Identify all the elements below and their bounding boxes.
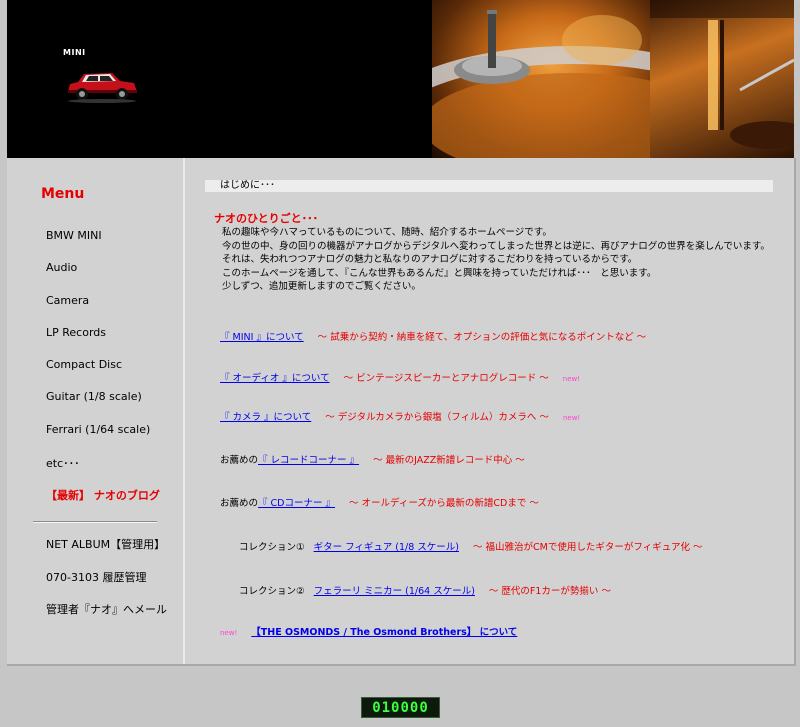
collection2-row: コレクション② フェラーリ ミニカー (1/64 スケール) ～ 歴代のF1カーが… <box>239 583 611 597</box>
tonearm-photo <box>650 0 794 158</box>
intro-line: それは、失われつつアナログの魅力と私なりのアナログに対するこだわりを持っているか… <box>222 254 638 265</box>
collection2-desc: ～ 歴代のF1カーが勢揃い ～ <box>488 586 611 597</box>
intro-line: 今の世の中、身の回りの機器がアナログからデジタルへ変わってしまった世界とは逆に、… <box>222 240 770 252</box>
mini-link[interactable]: 『 MINI 』について <box>220 332 304 343</box>
turntable-photo <box>432 0 650 158</box>
nav-lp-records[interactable]: LP Records <box>46 326 106 339</box>
collection2-prefix: コレクション② <box>239 586 305 597</box>
audio-desc: ～ ビンテージスピーカーとアナログレコード ～ <box>343 373 549 384</box>
audio-link[interactable]: 『 オーディオ 』について <box>220 373 330 384</box>
nav-etc[interactable]: etc･･･ <box>46 455 80 471</box>
nav-compact-disc[interactable]: Compact Disc <box>46 358 122 371</box>
mini-desc: ～ 試乗から契約・納車を経て、オプションの評価と気になるポイントなど ～ <box>317 332 647 343</box>
records-desc: ～ 最新のJAZZ新譜レコード中心 ～ <box>373 455 525 466</box>
records-prefix: お薦めの <box>220 455 259 466</box>
records-row: お薦めの『 レコードコーナー 』 ～ 最新のJAZZ新譜レコード中心 ～ <box>220 452 525 466</box>
nav-camera[interactable]: Camera <box>46 294 89 307</box>
cd-prefix: お薦めの <box>220 498 259 509</box>
visit-counter: 010000 <box>361 697 440 718</box>
new-badge: new! <box>220 629 238 637</box>
nav-ferrari[interactable]: Ferrari (1/64 scale) <box>46 423 150 436</box>
mini-logo-text: MINI <box>63 48 86 57</box>
collection1-link[interactable]: ギター フィギュア (1/8 スケール) <box>314 542 459 553</box>
counter-value: 010000 <box>372 699 429 716</box>
cd-link[interactable]: 『 CDコーナー 』 <box>258 498 335 509</box>
cd-desc: ～ オールディーズから最新の新譜CDまで ～ <box>349 498 539 509</box>
section-title: ナオのひとりごと･･･ <box>214 212 319 225</box>
nav-history[interactable]: 070-3103 履歴管理 <box>46 569 146 585</box>
menu-title: Menu <box>41 186 85 202</box>
osmonds-row: new! 【THE OSMONDS / The Osmond Brothers】 … <box>220 624 517 638</box>
main-panel: Menu BMW MINI Audio Camera LP Records Co… <box>7 158 796 666</box>
sidebar-divider <box>33 521 157 523</box>
new-badge: new! <box>562 375 581 383</box>
collection1-row: コレクション① ギター フィギュア (1/8 スケール) ～ 福山雅治がCMで使用… <box>239 539 702 553</box>
content-area: はじめに･･･ ナオのひとりごと･･･ 私の趣味や今ハマっているものについて、随… <box>185 158 794 664</box>
mini-car-icon <box>68 73 137 103</box>
nav-audio[interactable]: Audio <box>46 261 77 274</box>
collection1-desc: ～ 福山雅治がCMで使用したギターがフィギュア化 ～ <box>472 542 703 553</box>
camera-desc: ～ デジタルカメラから銀塩（フィルム）カメラへ ～ <box>325 412 549 423</box>
nav-guitar[interactable]: Guitar (1/8 scale) <box>46 390 142 403</box>
new-badge: new! <box>562 414 581 422</box>
mini-row: 『 MINI 』について ～ 試乗から契約・納車を経て、オプションの評価と気になる… <box>220 329 646 343</box>
records-link[interactable]: 『 レコードコーナー 』 <box>258 455 359 466</box>
intro-text: 私の趣味や今ハマっているものについて、随時、紹介するホームページです。 今の世の… <box>222 226 782 294</box>
collection2-link[interactable]: フェラーリ ミニカー (1/64 スケール) <box>314 586 475 597</box>
sidebar: Menu BMW MINI Audio Camera LP Records Co… <box>7 158 185 664</box>
intro-line: 私の趣味や今ハマっているものについて、随時、紹介するホームページです。 <box>222 227 552 238</box>
nav-blog[interactable]: 【最新】 ナオのブログ <box>46 487 160 503</box>
audio-row: 『 オーディオ 』について ～ ビンテージスピーカーとアナログレコード ～ new! <box>220 370 580 384</box>
osmonds-link[interactable]: 【THE OSMONDS / The Osmond Brothers】 について <box>251 627 517 638</box>
header-banner: MINI <box>7 0 794 158</box>
intro-line: このホームページを通して、『こんな世界もあるんだ』と興味を持っていただければ･･… <box>222 267 657 279</box>
intro-line: 少しずつ、追加更新しますのでご覧ください。 <box>222 281 421 292</box>
camera-link[interactable]: 『 カメラ 』について <box>220 412 311 423</box>
camera-row: 『 カメラ 』について ～ デジタルカメラから銀塩（フィルム）カメラへ ～ new! <box>220 409 580 423</box>
intro-header: はじめに･･･ <box>205 180 773 192</box>
collection1-prefix: コレクション① <box>239 542 305 553</box>
cd-row: お薦めの『 CDコーナー 』 ～ オールディーズから最新の新譜CDまで ～ <box>220 495 539 509</box>
nav-net-album[interactable]: NET ALBUM【管理用】 <box>46 536 165 552</box>
nav-mail-admin[interactable]: 管理者『ナオ』へメール <box>46 601 167 617</box>
nav-bmw-mini[interactable]: BMW MINI <box>46 229 102 242</box>
